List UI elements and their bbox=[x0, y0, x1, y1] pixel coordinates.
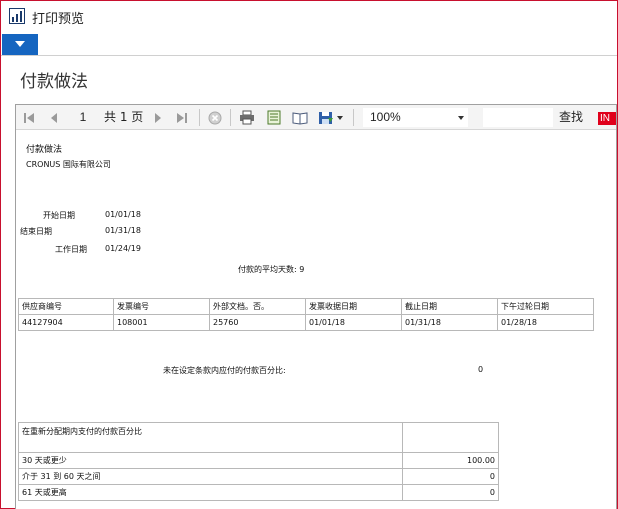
table-header-row: 供应商编号 发票编号 外部文档。否。 发票收据日期 截止日期 下午过轮日期 bbox=[18, 298, 594, 315]
table-cell: 0 bbox=[402, 468, 499, 485]
not-in-terms-value: 0 bbox=[478, 365, 484, 374]
work-date-value: 01/24/19 bbox=[105, 244, 141, 253]
page-title: 付款做法 bbox=[20, 72, 88, 92]
first-page-button[interactable] bbox=[22, 109, 36, 126]
page-number-input[interactable]: 1 bbox=[68, 109, 98, 126]
table-cell bbox=[402, 422, 499, 453]
stop-icon bbox=[208, 111, 222, 124]
chevron-down-icon bbox=[15, 41, 25, 47]
table-cell: 30 天或更少 bbox=[18, 452, 403, 469]
zoom-value: 100% bbox=[370, 110, 401, 124]
toolbar-separator bbox=[199, 109, 200, 126]
end-date-value: 01/31/18 bbox=[105, 226, 141, 235]
table-row: 30 天或更少 100.00 bbox=[18, 452, 499, 469]
zoom-select[interactable]: 100% bbox=[363, 108, 468, 127]
next-page-icon bbox=[155, 112, 161, 123]
previous-page-button[interactable] bbox=[47, 109, 61, 126]
book-icon bbox=[292, 111, 308, 125]
table-cell: 01/28/18 bbox=[497, 314, 594, 331]
table-cell: 44127904 bbox=[18, 314, 114, 331]
column-header: 供应商编号 bbox=[18, 298, 114, 315]
last-page-icon bbox=[177, 112, 187, 123]
report-toolbar: 1 共 1 页 100% 查找 IN bbox=[16, 105, 616, 130]
table-cell: 61 天或更高 bbox=[18, 484, 403, 501]
app-icon bbox=[9, 8, 25, 24]
table-cell: 0 bbox=[402, 484, 499, 501]
column-header: 发票编号 bbox=[113, 298, 210, 315]
payment-table: 供应商编号 发票编号 外部文档。否。 发票收据日期 截止日期 下午过轮日期 44… bbox=[18, 298, 594, 331]
printer-icon bbox=[240, 110, 254, 125]
window-title: 打印预览 bbox=[32, 12, 85, 27]
end-date-label: 结束日期 bbox=[20, 227, 52, 236]
toolbar-separator bbox=[230, 109, 231, 126]
next-page-button[interactable] bbox=[151, 109, 165, 126]
table-header-row: 在重新分配期内支付的付款百分比 bbox=[18, 422, 499, 453]
title-bar: 打印预览 bbox=[1, 1, 617, 31]
print-preview-window: 打印预览 付款做法 1 共 1 页 100% 查找 IN 付款做法 CRONUS… bbox=[0, 0, 618, 509]
table-row: 61 天或更高 0 bbox=[18, 484, 499, 501]
page-setup-button[interactable] bbox=[291, 109, 309, 126]
work-date-label: 工作日期 bbox=[55, 245, 87, 254]
percentage-header: 在重新分配期内支付的付款百分比 bbox=[18, 422, 403, 453]
save-export-icon bbox=[319, 112, 343, 124]
table-row: 介于 31 到 60 天之间 0 bbox=[18, 468, 499, 485]
start-date-value: 01/01/18 bbox=[105, 210, 141, 219]
find-button[interactable]: 查找 bbox=[559, 109, 583, 126]
percentage-table: 在重新分配期内支付的付款百分比 30 天或更少 100.00 介于 31 到 6… bbox=[18, 422, 499, 501]
page-layout-icon bbox=[267, 110, 281, 125]
table-cell: 100.00 bbox=[402, 452, 499, 469]
report-company: CRONUS 国际有限公司 bbox=[26, 160, 111, 169]
previous-page-icon bbox=[51, 112, 57, 123]
not-in-terms-label: 未在设定条款内应付的付款百分比: bbox=[163, 366, 286, 375]
language-badge: IN bbox=[598, 112, 616, 125]
column-header: 外部文档。否。 bbox=[209, 298, 306, 315]
ribbon-bar bbox=[1, 31, 617, 56]
last-page-button[interactable] bbox=[175, 109, 189, 126]
report-title: 付款做法 bbox=[26, 145, 63, 155]
find-input[interactable] bbox=[483, 108, 553, 127]
report-viewer: 1 共 1 页 100% 查找 IN 付款做法 CRONUS 国际有限公司 开始… bbox=[15, 104, 617, 509]
table-cell: 108001 bbox=[113, 314, 210, 331]
export-button[interactable] bbox=[318, 109, 344, 126]
table-cell: 25760 bbox=[209, 314, 306, 331]
print-layout-button[interactable] bbox=[265, 109, 283, 126]
average-days-text: 付款的平均天数: 9 bbox=[238, 265, 305, 274]
table-cell: 01/01/18 bbox=[305, 314, 402, 331]
table-cell: 01/31/18 bbox=[401, 314, 498, 331]
table-cell: 介于 31 到 60 天之间 bbox=[18, 468, 403, 485]
column-header: 截止日期 bbox=[401, 298, 498, 315]
column-header: 发票收据日期 bbox=[305, 298, 402, 315]
toolbar-separator bbox=[353, 109, 354, 126]
column-header: 下午过轮日期 bbox=[497, 298, 594, 315]
page-total: 共 1 页 bbox=[104, 110, 144, 124]
ribbon-menu-button[interactable] bbox=[2, 34, 38, 55]
start-date-label: 开始日期 bbox=[43, 211, 75, 220]
print-button[interactable] bbox=[238, 109, 256, 126]
table-row: 44127904 108001 25760 01/01/18 01/31/18 … bbox=[18, 314, 594, 331]
stop-button[interactable] bbox=[207, 109, 223, 126]
dropdown-arrow-icon bbox=[458, 116, 464, 120]
first-page-icon bbox=[24, 112, 34, 123]
